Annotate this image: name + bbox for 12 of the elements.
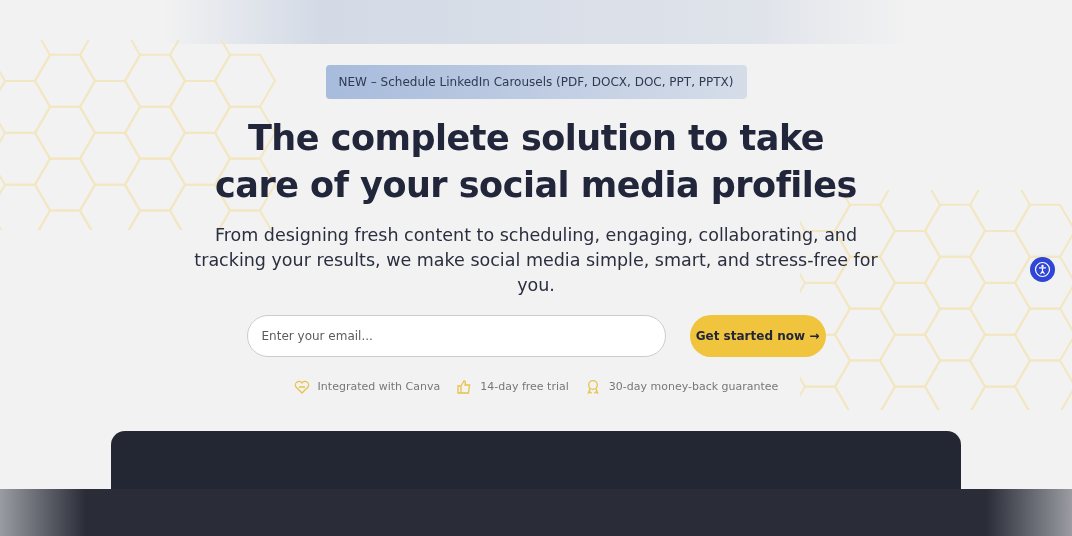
heart-icon bbox=[293, 379, 310, 396]
thumbs-up-icon bbox=[456, 379, 473, 396]
get-started-button[interactable]: Get started now → bbox=[689, 315, 826, 357]
email-field[interactable]: Enter your email... bbox=[246, 315, 666, 357]
feature-label: 14-day free trial bbox=[480, 379, 569, 395]
feature-label: 30-day money-back guarantee bbox=[608, 379, 779, 395]
headline: The complete solution to take bbox=[247, 117, 825, 160]
headline: care of your social media profiles bbox=[215, 164, 857, 207]
feature-label: Integrated with Canva bbox=[317, 379, 441, 395]
accessibility-icon[interactable] bbox=[1030, 257, 1055, 282]
announcement-banner[interactable]: NEW – Schedule LinkedIn Carousels (PDF, DOCX, DOC, PPT, PPTX) bbox=[325, 65, 747, 99]
subtitle: From designing fresh content to scheduling, engaging, collaborating, and tracking your results, we make social media simple, smart, and stress-free for you. bbox=[193, 224, 879, 297]
